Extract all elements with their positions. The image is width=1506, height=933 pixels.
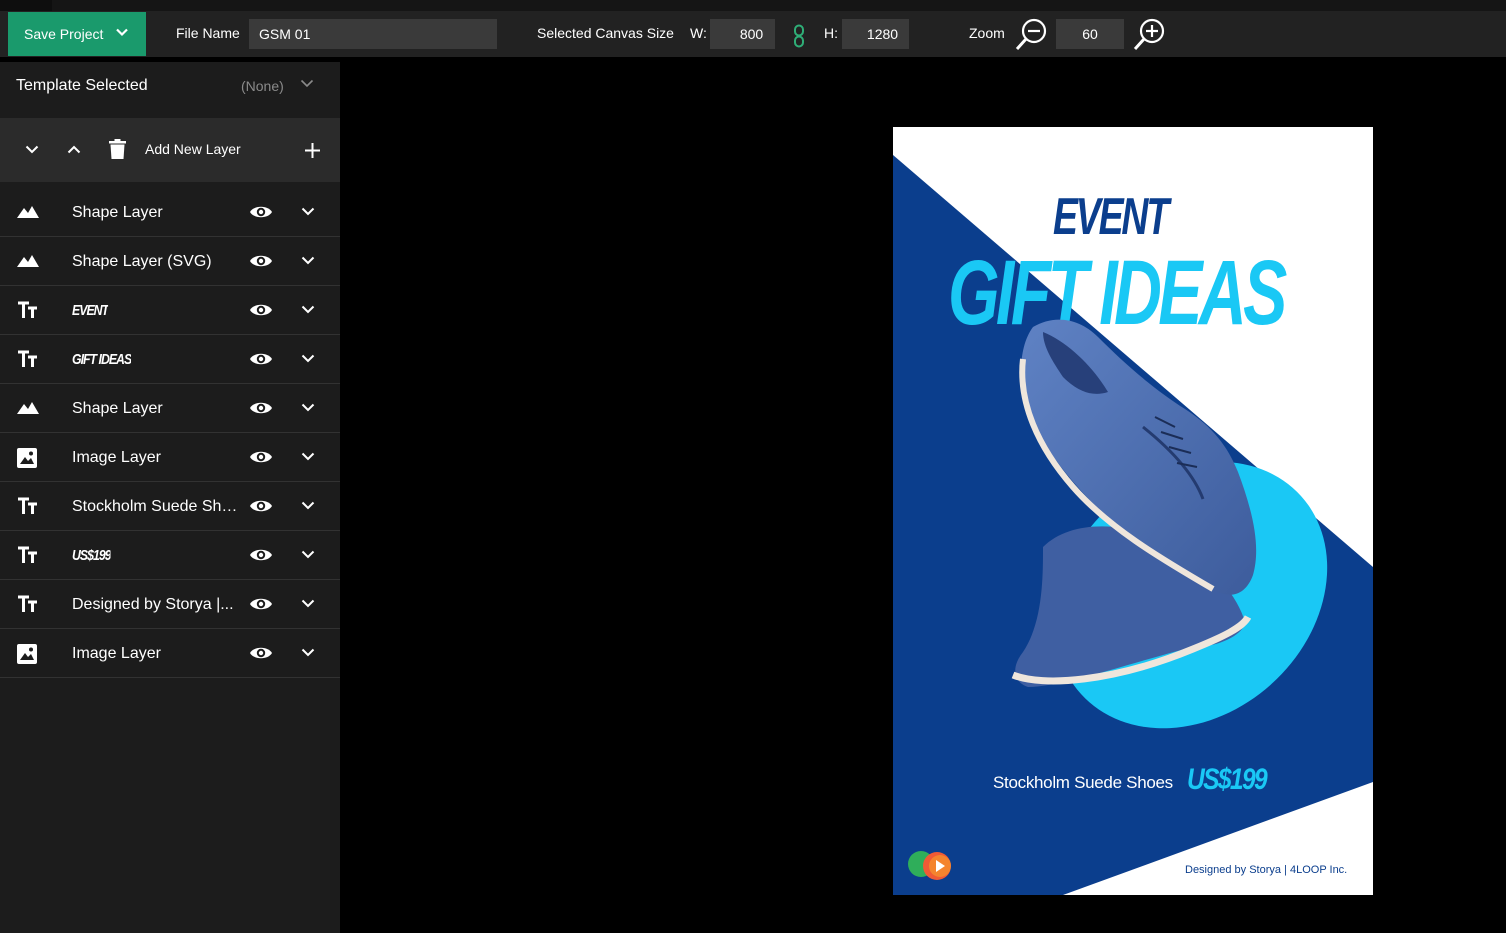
eye-icon[interactable]	[249, 645, 273, 661]
layer-name: Shape Layer	[72, 400, 163, 417]
layer-row[interactable]: Shape Layer	[0, 384, 340, 433]
storya-logo	[908, 851, 951, 880]
image-layer-icon	[17, 448, 39, 468]
top-toolbar: Save Project File Name Selected Canvas S…	[0, 11, 1506, 57]
width-label: W:	[690, 25, 707, 41]
layer-name: Stockholm Suede Shoe...	[72, 498, 242, 515]
plus-icon[interactable]	[305, 143, 320, 158]
layer-actions-bar: Add New Layer	[0, 118, 340, 182]
zoom-input[interactable]	[1056, 19, 1124, 49]
chevron-down-icon[interactable]	[301, 599, 315, 608]
layer-name: EVENT	[72, 302, 109, 319]
layer-row[interactable]: Image Layer	[0, 433, 340, 482]
eye-icon[interactable]	[249, 253, 273, 269]
chevron-down-icon[interactable]	[301, 256, 315, 265]
window-top-strip	[0, 0, 1506, 11]
layer-row[interactable]: Shape Layer	[0, 188, 340, 237]
chevron-down-icon[interactable]	[301, 550, 315, 559]
text-layer-icon	[17, 301, 39, 321]
layer-name: Image Layer	[72, 645, 161, 662]
chevron-down-icon[interactable]	[301, 648, 315, 657]
height-label: H:	[824, 25, 838, 41]
layer-row[interactable]: GIFT IDEAS	[0, 335, 340, 384]
shape-layer-icon	[17, 252, 39, 272]
shape-layer-icon	[17, 203, 39, 223]
zoom-label: Zoom	[969, 25, 1005, 41]
add-new-layer-button[interactable]: Add New Layer	[145, 141, 241, 157]
eye-icon[interactable]	[249, 400, 273, 416]
layer-name: Designed by Storya |...	[72, 596, 234, 613]
layer-row[interactable]: US$199	[0, 531, 340, 580]
layer-name: Shape Layer	[72, 204, 163, 221]
height-input[interactable]	[842, 19, 909, 49]
eye-icon[interactable]	[249, 596, 273, 612]
chevron-down-icon[interactable]	[301, 354, 315, 363]
text-layer-icon	[17, 546, 39, 566]
layer-name: Image Layer	[72, 449, 161, 466]
chevron-down-icon[interactable]	[301, 452, 315, 461]
eye-icon[interactable]	[249, 302, 273, 318]
zoom-in-icon[interactable]	[1132, 16, 1168, 52]
link-aspect-icon[interactable]	[792, 24, 806, 48]
chevron-down-icon[interactable]	[301, 305, 315, 314]
zoom-out-icon[interactable]	[1014, 16, 1050, 52]
chevron-down-icon[interactable]	[301, 403, 315, 412]
save-project-label: Save Project	[24, 26, 104, 42]
canvas-size-label: Selected Canvas Size	[537, 25, 674, 41]
layer-row[interactable]: EVENT	[0, 286, 340, 335]
layers-sidebar: Template Selected (None) Add New Layer S…	[0, 62, 340, 933]
width-input[interactable]	[710, 19, 775, 49]
layer-row[interactable]: Shape Layer (SVG)	[0, 237, 340, 286]
chevron-down-icon[interactable]	[300, 79, 314, 88]
text-layer-icon	[17, 497, 39, 517]
eye-icon[interactable]	[249, 547, 273, 563]
text-layer-icon	[17, 595, 39, 615]
layer-name: GIFT IDEAS	[72, 351, 132, 368]
layer-name: Shape Layer (SVG)	[72, 253, 212, 270]
template-selector[interactable]: Template Selected (None)	[0, 62, 340, 110]
move-layer-down-icon[interactable]	[25, 145, 39, 154]
file-name-input[interactable]	[249, 19, 497, 49]
poster-credit-text[interactable]: Designed by Storya | 4LOOP Inc.	[1185, 864, 1347, 876]
eye-icon[interactable]	[249, 204, 273, 220]
layer-list: Shape Layer Shape Layer (SVG) EVENT GIFT ID…	[0, 188, 340, 678]
eye-icon[interactable]	[249, 449, 273, 465]
layer-row[interactable]: Image Layer	[0, 629, 340, 678]
poster-product-text[interactable]: Stockholm Suede Shoes	[993, 773, 1173, 793]
layer-name: US$199	[72, 547, 111, 564]
eye-icon[interactable]	[249, 351, 273, 367]
chevron-down-icon[interactable]	[301, 501, 315, 510]
layer-row[interactable]: Stockholm Suede Shoe...	[0, 482, 340, 531]
move-layer-up-icon[interactable]	[67, 145, 81, 154]
trash-icon[interactable]	[109, 139, 126, 159]
image-layer-icon	[17, 644, 39, 664]
tab-marker	[0, 0, 52, 11]
template-value: (None)	[241, 78, 284, 94]
chevron-down-icon[interactable]	[301, 207, 315, 216]
shape-layer-icon	[17, 399, 39, 419]
save-project-button[interactable]: Save Project	[8, 12, 146, 56]
template-label: Template Selected	[16, 77, 148, 94]
poster-price-text[interactable]: US$199	[1187, 763, 1268, 797]
file-name-label: File Name	[176, 25, 240, 41]
design-canvas[interactable]: EVENT GIFT IDEAS Stockholm Suede Shoes U…	[893, 127, 1373, 895]
text-layer-icon	[17, 350, 39, 370]
chevron-down-icon[interactable]	[116, 28, 128, 37]
eye-icon[interactable]	[249, 498, 273, 514]
layer-row[interactable]: Designed by Storya |...	[0, 580, 340, 629]
